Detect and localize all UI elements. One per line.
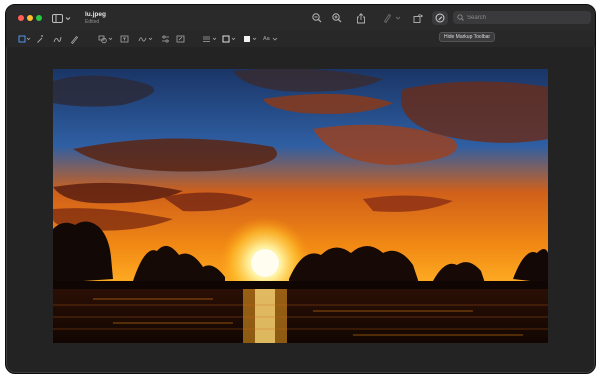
preview-window: lu.jpeg Edited Search Aa Hide Markup Too…	[5, 4, 596, 374]
sidebar-toggle-button[interactable]	[52, 12, 74, 24]
shapes-icon	[98, 35, 113, 44]
shapes-button[interactable]	[98, 34, 114, 44]
fill-color-button[interactable]	[243, 34, 259, 44]
adjust-color-icon	[162, 35, 169, 43]
search-icon	[457, 14, 464, 21]
draw-tool-button[interactable]	[70, 34, 79, 44]
adjust-size-button[interactable]	[176, 34, 185, 44]
text-style-label: Aa	[263, 36, 270, 42]
document-title: lu.jpeg	[85, 11, 106, 18]
markup-icon	[435, 13, 445, 23]
zoom-out-button[interactable]	[312, 13, 322, 23]
markup-toolbar-button[interactable]	[432, 11, 448, 25]
minimize-window-icon[interactable]	[27, 15, 33, 21]
sketch-icon	[53, 36, 62, 43]
rotate-button[interactable]	[413, 13, 423, 23]
chevron-down-icon	[272, 37, 278, 41]
pen-icon	[70, 35, 79, 44]
fill-color-icon	[244, 36, 257, 42]
tooltip: Hide Markup Toolbar	[439, 32, 496, 42]
adjust-size-icon	[176, 35, 185, 43]
rotate-icon	[413, 14, 423, 23]
share-icon	[357, 13, 365, 24]
adjust-color-button[interactable]	[161, 34, 170, 44]
sunset-photo	[53, 69, 548, 343]
title-bar: lu.jpeg Edited	[6, 5, 595, 31]
sunset-image	[53, 69, 548, 343]
line-style-icon	[203, 36, 217, 42]
search-field[interactable]	[453, 11, 591, 24]
text-box-button[interactable]	[120, 34, 129, 44]
sign-button[interactable]	[138, 34, 154, 44]
highlighter-icon	[383, 13, 401, 23]
text-style-button[interactable]: Aa	[263, 34, 278, 44]
markup-toolbar: Aa	[6, 31, 595, 47]
document-status: Edited	[85, 19, 100, 25]
sketch-tool-button[interactable]	[53, 34, 62, 44]
zoom-out-icon	[312, 13, 322, 23]
instant-alpha-button[interactable]	[36, 34, 45, 44]
shape-style-button[interactable]	[202, 34, 218, 44]
maximize-window-icon[interactable]	[36, 15, 42, 21]
sidebar-icon	[52, 14, 71, 23]
text-box-icon	[120, 35, 129, 43]
magic-wand-icon	[37, 35, 43, 43]
selection-tool-button[interactable]	[18, 34, 32, 44]
highlight-button[interactable]	[383, 13, 403, 23]
search-input[interactable]	[467, 11, 585, 24]
share-button[interactable]	[356, 13, 366, 24]
zoom-in-icon	[332, 13, 342, 23]
border-color-button[interactable]	[222, 34, 238, 44]
border-color-icon	[222, 35, 236, 43]
rectangular-selection-icon	[18, 35, 31, 43]
signature-icon	[138, 37, 153, 42]
zoom-in-button[interactable]	[332, 13, 342, 23]
close-window-icon[interactable]	[18, 15, 24, 21]
